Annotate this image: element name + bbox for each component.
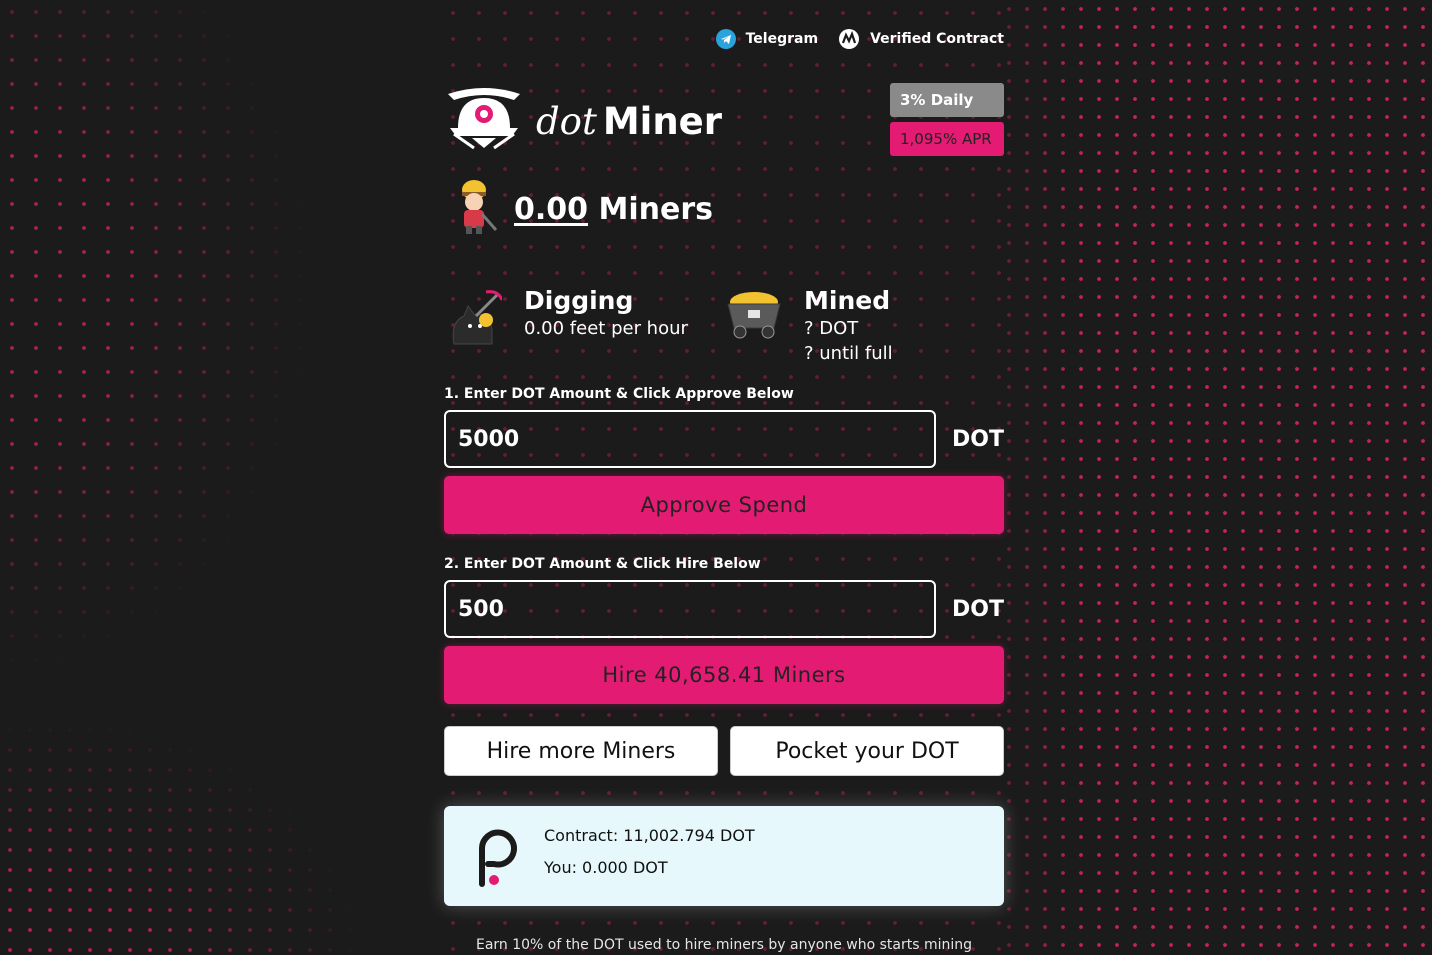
user-balance: You: 0.000 DOT xyxy=(544,858,668,877)
polkadot-logo-icon xyxy=(470,824,518,892)
verified-contract-link[interactable]: Verified Contract xyxy=(838,28,1004,50)
approve-unit-label: DOT xyxy=(952,426,1004,452)
pocket-dot-button[interactable]: Pocket your DOT xyxy=(730,726,1004,776)
mined-stat: Mined ? DOT ? until full xyxy=(726,286,893,366)
hire-step-label: 2. Enter DOT Amount & Click Hire Below xyxy=(444,556,761,572)
telegram-link[interactable]: Telegram xyxy=(715,29,819,49)
miners-count-text: 0.00 Miners xyxy=(514,192,713,227)
hire-unit-label: DOT xyxy=(952,596,1004,622)
digging-rate: 0.00 feet per hour xyxy=(524,318,688,339)
approve-input-row: DOT xyxy=(444,410,1004,468)
logo-miner-text: Miner xyxy=(602,99,723,143)
background-dots-bottom-left xyxy=(0,560,480,955)
hire-input-row: DOT xyxy=(444,580,1004,638)
mine-cart-icon xyxy=(726,286,782,366)
mined-title: Mined xyxy=(804,286,891,315)
digging-title: Digging xyxy=(524,286,634,315)
apr-badge: 1,095% APR xyxy=(890,122,1004,156)
approve-spend-button[interactable]: Approve Spend xyxy=(444,476,1004,534)
telegram-label: Telegram xyxy=(745,31,819,47)
approve-amount-input[interactable] xyxy=(444,410,937,468)
telegram-icon xyxy=(715,29,736,49)
contract-icon xyxy=(838,28,860,50)
logo-dot-text: dot xyxy=(536,99,597,143)
mined-until-full: ? until full xyxy=(804,343,893,364)
logo-wordmark: dot Miner xyxy=(536,100,722,143)
digging-text: Digging 0.00 feet per hour xyxy=(524,286,688,350)
mined-text: Mined ? DOT ? until full xyxy=(804,286,893,366)
hire-miners-button[interactable]: Hire 40,658.41 Miners xyxy=(444,646,1004,704)
miners-label: Miners xyxy=(598,191,713,227)
verified-contract-label: Verified Contract xyxy=(870,31,1004,47)
referral-note: Earn 10% of the DOT used to hire miners … xyxy=(475,937,972,953)
daily-rate-badge: 3% Daily xyxy=(890,83,1004,117)
balance-card: Contract: 11,002.794 DOT You: 0.000 DOT xyxy=(444,806,1004,906)
mined-amount: ? DOT xyxy=(804,318,859,339)
hire-amount-input[interactable] xyxy=(444,580,937,638)
miner-avatar-icon xyxy=(454,178,498,240)
miners-count: 0.00 xyxy=(514,191,589,227)
top-links: Telegram Verified Contract xyxy=(715,28,1004,50)
background-dots-right xyxy=(1000,0,1432,955)
brand-logo: dot Miner xyxy=(444,88,722,154)
pickaxe-cat-icon xyxy=(446,286,504,350)
miner-helmet-logo-icon xyxy=(444,88,524,154)
app-container: Telegram Verified Contract dot Miner 3% … xyxy=(444,0,1004,955)
approve-step-label: 1. Enter DOT Amount & Click Approve Belo… xyxy=(444,386,794,402)
digging-stat: Digging 0.00 feet per hour xyxy=(446,286,688,350)
hire-more-miners-button[interactable]: Hire more Miners xyxy=(444,726,718,776)
miners-summary: 0.00 Miners xyxy=(454,178,713,240)
contract-balance: Contract: 11,002.794 DOT xyxy=(544,826,755,845)
